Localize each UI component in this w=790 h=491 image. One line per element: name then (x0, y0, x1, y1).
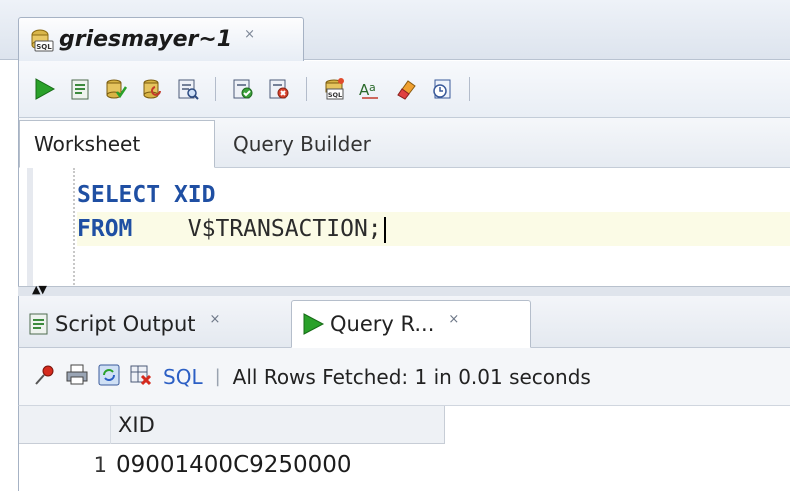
svg-text:a: a (369, 81, 376, 94)
worksheet-tab-title: griesmayer~1 (59, 27, 233, 52)
column-header-xid[interactable]: XID (112, 406, 445, 444)
document-tab-bar: SQL griesmayer~1 × (0, 0, 790, 61)
tab-script-output-label: Script Output (55, 312, 196, 336)
sql-tuning-button[interactable] (264, 74, 294, 104)
script-output-icon (27, 311, 51, 337)
refresh-button[interactable] (97, 363, 121, 391)
column-xid: XID (173, 182, 216, 208)
commit-icon (106, 79, 128, 99)
commit-button[interactable] (101, 74, 131, 104)
run-statement-icon (35, 78, 56, 100)
worksheet-document-tab[interactable]: SQL griesmayer~1 × (18, 17, 304, 61)
refresh-icon (98, 364, 120, 385)
sql-worksheet-icon: SQL (31, 29, 54, 51)
run-script-button[interactable] (65, 74, 95, 104)
worksheet-toolbar: SQL A a (18, 61, 790, 117)
clear-eraser-icon (397, 80, 416, 100)
run-script-icon (71, 79, 89, 100)
clear-results-button[interactable] (129, 363, 153, 391)
pin-icon (35, 365, 54, 385)
close-tab-icon[interactable]: × (244, 27, 255, 42)
table-row[interactable]: 1 09001400C9250000 (19, 445, 445, 485)
rollback-button[interactable] (137, 74, 167, 104)
results-grid: XID 1 09001400C9250000 (18, 406, 790, 491)
sql-history-icon (433, 79, 451, 99)
worksheet-panel: Worksheet Query Builder SELECT XID FROM … (18, 117, 790, 292)
print-button[interactable] (65, 363, 89, 391)
table-name: V$TRANSACTION; (187, 216, 382, 242)
tab-query-result-label: Query R... (330, 312, 435, 336)
code-line-1[interactable]: SELECT XID (77, 178, 790, 212)
autotrace-icon (233, 79, 253, 99)
output-tab-bar: Script Output × Query R... × (18, 296, 790, 348)
code-line-2[interactable]: FROM V$TRANSACTION; (77, 212, 790, 246)
close-script-output-icon[interactable]: × (210, 312, 221, 327)
editor-gutter (27, 168, 75, 292)
svg-text:SQL: SQL (328, 91, 342, 99)
keyword-from: FROM (77, 216, 133, 242)
run-statement-button[interactable] (29, 74, 59, 104)
worksheet-subtabs: Worksheet Query Builder (19, 118, 790, 168)
format-case-icon: A a (359, 81, 378, 99)
unshared-worksheet-icon: SQL (325, 78, 344, 100)
grid-header: XID (19, 406, 445, 444)
autotrace-button[interactable] (228, 74, 258, 104)
sql-editor[interactable]: SELECT XID FROM V$TRANSACTION; (19, 168, 790, 292)
fetch-status-text: All Rows Fetched: 1 in 0.01 seconds (232, 364, 591, 389)
toolbar-divider: | (214, 366, 221, 387)
clear-button[interactable] (391, 74, 421, 104)
text-caret (383, 216, 386, 243)
view-sql-button[interactable]: SQL (163, 365, 203, 389)
print-icon (66, 364, 88, 384)
tab-script-output[interactable]: Script Output × (27, 300, 230, 348)
clear-grid-icon (130, 365, 152, 385)
unshared-worksheet-button[interactable]: SQL (319, 74, 349, 104)
tab-query-builder[interactable]: Query Builder (219, 120, 385, 168)
pin-button[interactable] (33, 363, 57, 391)
query-result-run-icon (300, 311, 326, 337)
close-query-result-icon[interactable]: × (448, 312, 459, 327)
row-number: 1 (93, 453, 107, 477)
tab-query-result[interactable]: Query R... × (291, 300, 531, 348)
svg-text:SQL: SQL (36, 43, 52, 51)
panel-splitter[interactable]: ▲▼ (18, 283, 790, 296)
toolbar-separator (469, 77, 470, 101)
row-number-header (19, 406, 111, 444)
splitter-arrows-icon[interactable]: ▲▼ (32, 283, 47, 296)
rollback-icon (143, 79, 161, 99)
tab-worksheet[interactable]: Worksheet (19, 120, 215, 168)
explain-plan-icon (178, 79, 199, 100)
explain-plan-button[interactable] (173, 74, 203, 104)
keyword-select: SELECT (77, 182, 161, 208)
cell-xid[interactable]: 09001400C9250000 (112, 445, 445, 485)
toolbar-separator (215, 77, 216, 101)
sql-tuning-icon (269, 79, 289, 99)
toolbar-separator (306, 77, 307, 101)
format-case-button[interactable]: A a (355, 74, 385, 104)
sql-history-button[interactable] (427, 74, 457, 104)
results-toolbar: SQL | All Rows Fetched: 1 in 0.01 second… (18, 348, 790, 406)
